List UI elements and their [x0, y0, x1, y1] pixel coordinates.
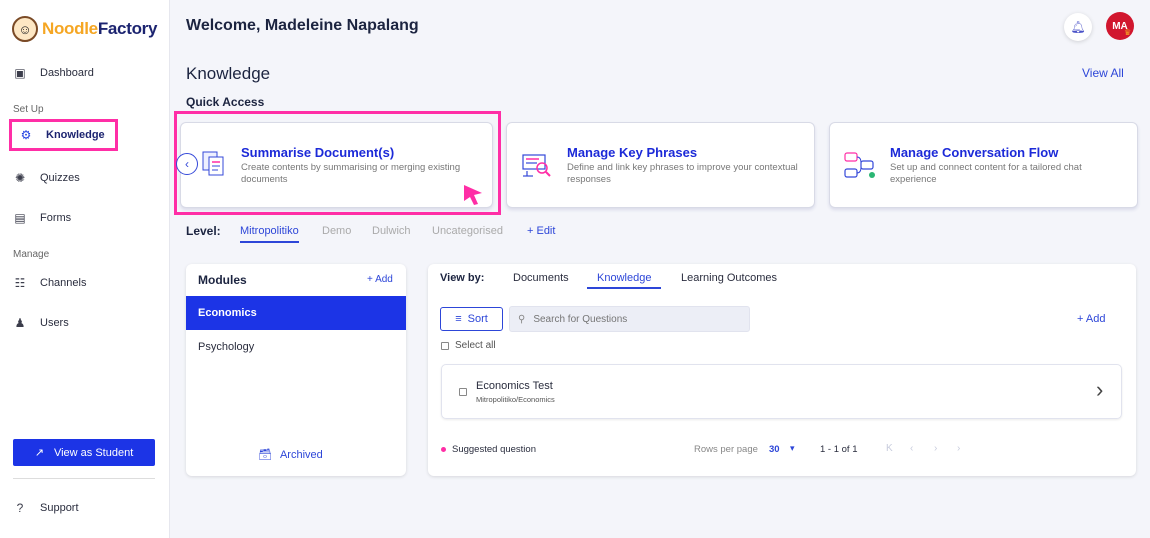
- question-title: Economics Test: [476, 380, 553, 392]
- chevron-right-icon[interactable]: ›: [1096, 377, 1103, 403]
- conversation-flow-illustration-icon: [844, 152, 875, 178]
- rows-per-page-label: Rows per page: [694, 444, 758, 455]
- level-tab-mitropolitiko[interactable]: Mitropolitiko: [240, 225, 299, 243]
- archived-label: Archived: [279, 448, 323, 461]
- question-path: Mitropolitiko/Economics: [476, 395, 555, 404]
- lightbulb-icon: ✺: [14, 171, 26, 185]
- sidebar-item-knowledge[interactable]: ⚙ Knowledge: [9, 119, 118, 151]
- card-manage-key-phrases[interactable]: Manage Key Phrases Define and link key p…: [506, 122, 815, 208]
- pagination-range: 1 - 1 of 1: [820, 444, 858, 455]
- card-description: Set up and connect content for a tailore…: [890, 162, 1082, 185]
- archive-box-icon: 🗃︎: [258, 449, 272, 461]
- logo-mascot-icon: ☺: [12, 16, 38, 42]
- level-label: Level:: [186, 224, 221, 238]
- modules-panel: Modules + Add Economics Psychology 🗃︎ Ar…: [186, 264, 406, 476]
- sidebar-item-support[interactable]: ? Support: [12, 497, 79, 519]
- view-all-link[interactable]: View All: [1082, 66, 1124, 80]
- sidebar-item-quizzes[interactable]: ✺ Quizzes: [12, 167, 80, 189]
- logo-text-factory: Factory: [97, 19, 158, 38]
- sidebar-section-setup: Set Up: [13, 104, 44, 115]
- quick-access-heading: Quick Access: [186, 95, 265, 109]
- sidebar-item-label: Users: [40, 317, 69, 329]
- select-all[interactable]: Select all: [441, 340, 496, 351]
- sidebar-item-label: Knowledge: [46, 129, 105, 141]
- sidebar-item-label: Forms: [40, 212, 72, 224]
- sidebar-item-dashboard[interactable]: ▣ Dashboard: [12, 62, 94, 84]
- first-page-icon[interactable]: K: [886, 443, 893, 454]
- suggested-dot-icon: [441, 447, 446, 452]
- suggested-legend: Suggested question: [441, 444, 536, 455]
- last-page-icon[interactable]: ›: [957, 443, 960, 454]
- view-by-label: View by:: [440, 272, 485, 284]
- sort-icon: ≡: [455, 313, 462, 325]
- next-page-icon[interactable]: ›: [934, 443, 937, 454]
- sidebar: ☺ NoodleFactory ▣ Dashboard Set Up ⚙ Kno…: [0, 0, 170, 538]
- sidebar-item-label: Support: [40, 502, 79, 514]
- sidebar-item-users[interactable]: ♟ Users: [12, 312, 69, 334]
- knowledge-icon: ⚙: [20, 128, 32, 142]
- add-module-button[interactable]: + Add: [367, 274, 393, 285]
- modules-heading: Modules: [198, 273, 247, 287]
- sidebar-item-label: Quizzes: [40, 172, 80, 184]
- view-as-student-label: View as Student: [53, 446, 134, 459]
- sidebar-item-label: Dashboard: [40, 67, 94, 79]
- welcome-heading: Welcome, Madeleine Napalang: [186, 17, 419, 34]
- sidebar-item-forms[interactable]: ▤ Forms: [12, 207, 71, 229]
- crown-icon: ♛: [1124, 28, 1132, 37]
- suggested-label: Suggested question: [452, 444, 536, 455]
- card-manage-conversation-flow[interactable]: Manage Conversation Flow Set up and conn…: [829, 122, 1138, 208]
- sidebar-divider: [13, 478, 155, 479]
- sidebar-item-label: Channels: [40, 277, 87, 289]
- view-as-student-button[interactable]: ↗ View as Student: [13, 439, 155, 466]
- question-checkbox[interactable]: [459, 388, 467, 396]
- module-item-psychology[interactable]: Psychology: [186, 330, 406, 364]
- sort-button[interactable]: ≡ Sort: [440, 307, 503, 331]
- sort-label: Sort: [467, 313, 488, 325]
- channels-icon: ☷: [14, 276, 26, 290]
- help-icon: ?: [16, 501, 24, 515]
- add-question-button[interactable]: + Add: [1077, 313, 1105, 325]
- view-tab-documents[interactable]: Documents: [513, 272, 569, 284]
- rows-per-page-select[interactable]: 30: [769, 444, 780, 455]
- search-box: ⚲: [509, 306, 750, 332]
- select-all-checkbox[interactable]: [441, 341, 449, 350]
- external-link-icon: ↗: [34, 447, 44, 459]
- select-all-label: Select all: [455, 340, 496, 351]
- view-tab-knowledge[interactable]: Knowledge: [587, 272, 662, 289]
- archived-button[interactable]: 🗃︎ Archived: [258, 448, 323, 462]
- module-item-economics[interactable]: Economics: [186, 296, 406, 330]
- question-row[interactable]: Economics Test Mitropolitiko/Economics ›: [441, 364, 1122, 419]
- logo[interactable]: ☺ NoodleFactory: [12, 16, 157, 42]
- forms-icon: ▤: [14, 211, 26, 225]
- questions-panel: View by: Documents Knowledge Learning Ou…: [428, 264, 1136, 476]
- user-icon: ♟: [14, 316, 26, 330]
- level-tab-uncategorised[interactable]: Uncategorised: [432, 225, 503, 237]
- sidebar-section-manage: Manage: [13, 249, 50, 260]
- logo-text-noodle: Noodle: [42, 19, 98, 38]
- prev-page-icon[interactable]: ‹: [910, 443, 913, 454]
- chevron-down-icon[interactable]: ▾: [790, 443, 795, 454]
- pagination-footer: Suggested question Rows per page 30 ▾ 1 …: [441, 443, 1131, 458]
- sidebar-item-channels[interactable]: ☷ Channels: [12, 272, 87, 294]
- chevron-left-icon: ‹: [185, 157, 189, 171]
- dashboard-icon: ▣: [14, 66, 26, 80]
- notification-bell-icon[interactable]: 🔔︎: [1064, 13, 1092, 41]
- card-highlight-frame: [174, 111, 501, 215]
- card-title: Manage Conversation Flow: [890, 145, 1059, 160]
- search-icon: ⚲: [518, 313, 526, 325]
- search-input[interactable]: [533, 313, 724, 325]
- card-description: Define and link key phrases to improve y…: [567, 162, 798, 185]
- level-tab-dulwich[interactable]: Dulwich: [372, 225, 411, 237]
- card-title: Manage Key Phrases: [567, 145, 698, 160]
- page-title: Knowledge: [186, 64, 271, 83]
- edit-levels-link[interactable]: + Edit: [527, 225, 555, 237]
- view-tab-learning-outcomes[interactable]: Learning Outcomes: [681, 272, 777, 284]
- level-tab-demo[interactable]: Demo: [322, 225, 351, 237]
- key-phrases-illustration-icon: [522, 154, 551, 177]
- carousel-back-button[interactable]: ‹: [176, 153, 198, 175]
